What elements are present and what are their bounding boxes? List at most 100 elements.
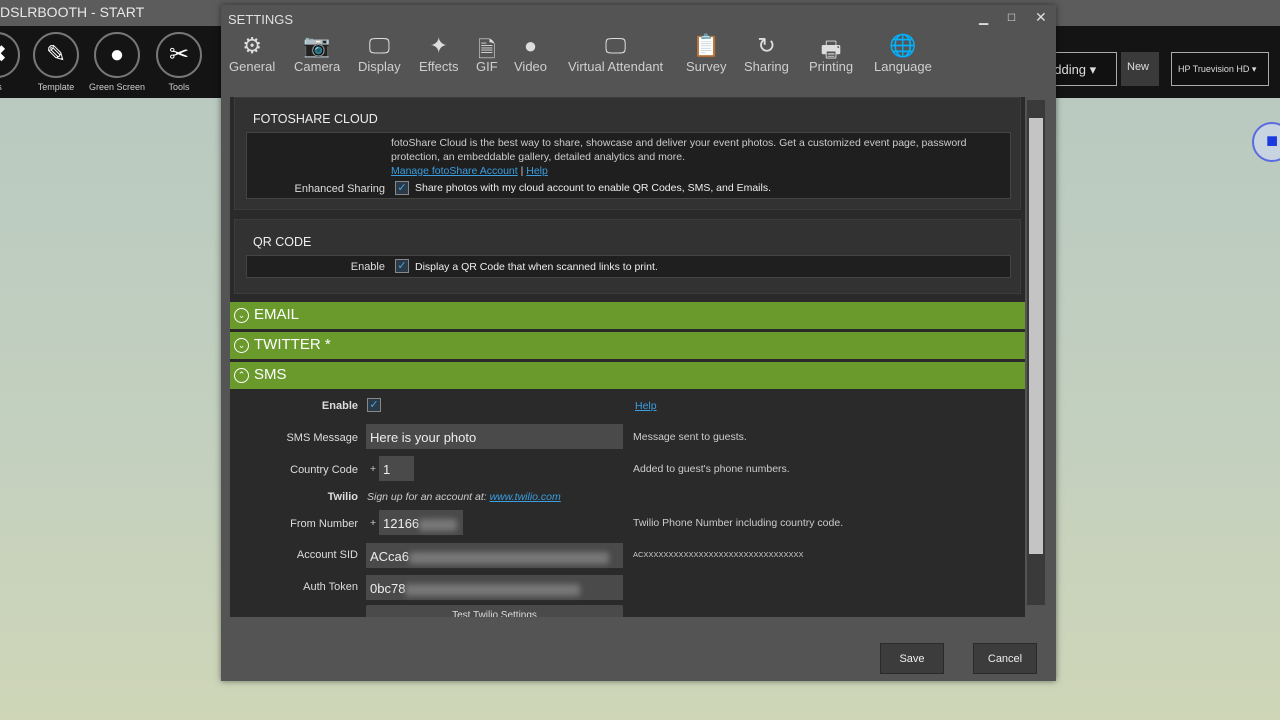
tools-icon: ✂ — [156, 32, 202, 78]
video-icon: ● — [523, 33, 538, 58]
app-title: DSLRBOOTH - START — [0, 4, 145, 20]
tab-virtual-attendant[interactable]: 🖵 Virtual Attendant — [568, 33, 663, 74]
tab-label: Display — [358, 59, 401, 74]
tab-label: Video — [514, 59, 548, 74]
monitor-icon: 🖵 — [368, 33, 390, 58]
from-number-input[interactable]: 12166 — [379, 510, 463, 535]
qr-code-panel: QR CODE Enable ✓ Display a QR Code that … — [234, 219, 1021, 294]
section-title: FOTOSHARE CLOUD — [253, 112, 378, 126]
sharing-icon: ↻ — [757, 33, 776, 58]
plus-sign: + — [370, 517, 377, 529]
tool-label: Green Screen — [88, 82, 146, 92]
camera-select[interactable]: HP Truevision HD ▾ — [1171, 52, 1269, 86]
section-email[interactable]: ⌄ EMAIL — [230, 302, 1025, 329]
fotoshare-body: fotoShare Cloud is the best way to share… — [246, 132, 1011, 199]
tab-video[interactable]: ● Video — [514, 33, 547, 74]
tab-general[interactable]: ⚙ General — [229, 33, 275, 74]
tool-label: Template — [37, 82, 75, 92]
section-title: QR CODE — [253, 235, 312, 249]
enhanced-sharing-text: Share photos with my cloud account to en… — [415, 182, 772, 194]
globe-icon: 🌐 — [889, 33, 917, 58]
country-code-hint: Added to guest's phone numbers. — [633, 463, 790, 475]
lock-icon[interactable]: ■ — [1252, 122, 1280, 162]
tab-label: Sharing — [744, 59, 789, 74]
sms-message-hint: Message sent to guests. — [633, 431, 747, 443]
tool-template[interactable]: ✎ Template — [21, 32, 91, 92]
scrollbar-thumb[interactable] — [1029, 118, 1043, 554]
settings-content: FOTOSHARE CLOUD fotoShare Cloud is the b… — [230, 97, 1025, 617]
qr-enable-text: Display a QR Code that when scanned link… — [415, 261, 658, 273]
sms-message-label: SMS Message — [286, 432, 358, 444]
printer-icon: 🖶 — [820, 37, 842, 62]
tab-label: GIF — [476, 59, 498, 74]
new-button[interactable]: New — [1121, 52, 1159, 86]
fotoshare-help-link[interactable]: Help — [526, 165, 548, 177]
section-label: SMS — [254, 366, 287, 383]
from-number-hint: Twilio Phone Number including country co… — [633, 517, 844, 529]
section-twitter[interactable]: ⌄ TWITTER * — [230, 332, 1025, 359]
qr-body: Enable ✓ Display a QR Code that when sca… — [246, 255, 1011, 278]
tab-label: Effects — [419, 59, 459, 74]
account-sid-value: ACca6 — [370, 549, 410, 564]
sms-message-input[interactable]: Here is your photo — [366, 424, 623, 449]
template-icon: ✎ — [33, 32, 79, 78]
tab-label: Virtual Attendant — [568, 59, 664, 74]
section-label: TWITTER * — [254, 336, 331, 353]
redacted-blur — [409, 551, 610, 564]
effects-icon: ✦ — [429, 33, 448, 58]
cancel-button[interactable]: Cancel — [973, 643, 1037, 674]
tab-sharing[interactable]: ↻ Sharing — [744, 33, 789, 74]
qr-enable-label: Enable — [350, 261, 385, 273]
auth-token-value: 0bc78 — [370, 581, 406, 596]
close-button[interactable]: ✕ — [1035, 9, 1047, 26]
twilio-link[interactable]: www.twilio.com — [490, 491, 561, 503]
chevron-down-icon: ⌄ — [234, 308, 249, 323]
tab-survey[interactable]: 📋 Survey — [686, 33, 726, 74]
tab-language[interactable]: 🌐 Language — [874, 33, 932, 74]
settings-icon: ✖ — [0, 32, 20, 78]
country-code-input[interactable]: 1 — [379, 456, 414, 481]
person-icon: ● — [94, 32, 140, 78]
account-sid-label: Account SID — [296, 549, 358, 561]
tab-printing[interactable]: 🖶 Printing — [809, 33, 853, 74]
tab-gif[interactable]: 🗎 GIF — [476, 33, 498, 74]
section-sms[interactable]: ⌃ SMS — [230, 362, 1025, 389]
test-twilio-button[interactable]: Test Twilio Settings — [366, 605, 623, 617]
separator: | — [520, 165, 524, 177]
maximize-button[interactable]: ☐ — [1007, 13, 1016, 24]
tab-effects[interactable]: ✦ Effects — [419, 33, 459, 74]
sms-enable-checkbox[interactable]: ✓ — [367, 398, 381, 412]
tool-green-screen[interactable]: ● Green Screen — [82, 32, 152, 92]
tool-tools[interactable]: ✂ Tools — [144, 32, 214, 92]
qr-enable-checkbox[interactable]: ✓ — [395, 259, 409, 273]
from-number-value: 12166 — [383, 516, 420, 531]
scrollbar[interactable] — [1027, 100, 1045, 605]
enhanced-sharing-label: Enhanced Sharing — [294, 183, 385, 195]
sms-help-link[interactable]: Help — [635, 400, 657, 412]
account-sid-hint: ACXXXXXXXXXXXXXXXXXXXXXXXXXXXXXXXX — [633, 550, 804, 559]
auth-token-label: Auth Token — [303, 581, 358, 593]
manage-account-link[interactable]: Manage fotoShare Account — [391, 165, 518, 177]
tab-label: Language — [874, 59, 932, 74]
section-label: EMAIL — [254, 306, 300, 323]
tab-label: Camera — [294, 59, 341, 74]
tab-camera[interactable]: 📷 Camera — [294, 33, 340, 74]
tool-label: Tools — [168, 82, 190, 92]
tab-display[interactable]: 🖵 Display — [358, 33, 401, 74]
tab-label: Survey — [686, 59, 727, 74]
fotoshare-description: protection, an embeddable gallery, detai… — [391, 151, 685, 163]
camera-select-value: HP Truevision HD — [1178, 64, 1250, 74]
redacted-blur — [419, 518, 458, 531]
account-sid-input[interactable]: ACca6 — [366, 543, 623, 568]
auth-token-input[interactable]: 0bc78 — [366, 575, 623, 600]
fotoshare-panel: FOTOSHARE CLOUD fotoShare Cloud is the b… — [234, 97, 1021, 210]
save-button[interactable]: Save — [880, 643, 944, 674]
clipboard-icon: 📋 — [692, 33, 720, 58]
minimize-button[interactable]: ▁ — [979, 11, 988, 25]
enhanced-sharing-checkbox[interactable]: ✓ — [395, 181, 409, 195]
tab-label: General — [229, 59, 276, 74]
chevron-down-icon: ⌄ — [234, 338, 249, 353]
sms-enable-label: Enable — [321, 400, 358, 412]
dialog-title: SETTINGS — [228, 12, 294, 27]
tool-label: gs — [0, 82, 2, 92]
